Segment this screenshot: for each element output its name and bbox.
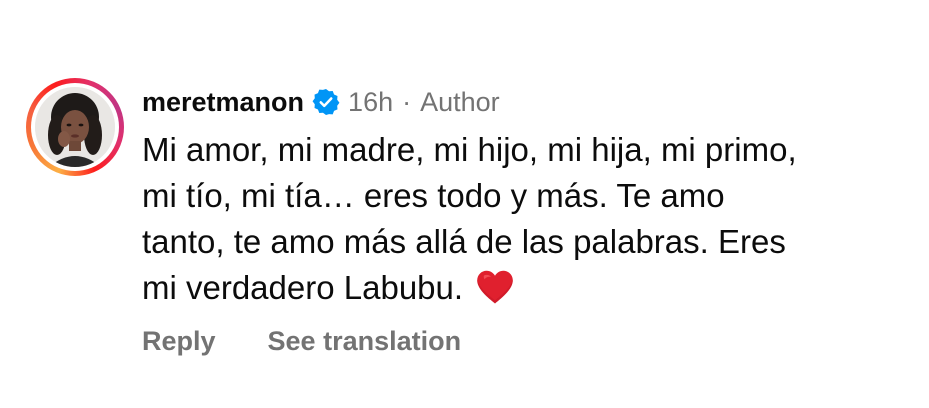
reply-button[interactable]: Reply — [142, 326, 216, 357]
meta-separator: · — [402, 87, 412, 117]
timestamp: 16h — [348, 87, 394, 117]
comment-actions: Reply See translation — [142, 322, 461, 360]
comment-header: meretmanon 16h · Author — [142, 80, 912, 124]
author-label: Author — [420, 87, 500, 117]
username[interactable]: meretmanon — [142, 80, 304, 124]
comment-meta: 16h · Author — [348, 80, 500, 124]
comment-line: tanto, te amo más allá de las palabras. … — [142, 223, 786, 260]
comment-line: Mi amor, mi madre, mi hijo, mi hija, mi … — [142, 131, 797, 168]
comment-line: mi tío, mi tía… eres todo y más. Te amo — [142, 177, 725, 214]
see-translation-button[interactable]: See translation — [268, 326, 462, 357]
avatar-story-ring[interactable] — [26, 78, 124, 176]
comment-text: Mi amor, mi madre, mi hijo, mi hija, mi … — [142, 127, 902, 311]
red-heart-icon — [475, 269, 515, 305]
avatar[interactable] — [35, 87, 115, 167]
comment-line: mi verdadero Labubu. — [142, 269, 464, 306]
verified-badge-icon — [312, 88, 340, 116]
comment: meretmanon 16h · Author Mi amor, mi madre,… — [142, 80, 912, 311]
avatar-photo — [35, 87, 115, 167]
comment-line-last: mi verdadero Labubu. — [142, 265, 902, 311]
